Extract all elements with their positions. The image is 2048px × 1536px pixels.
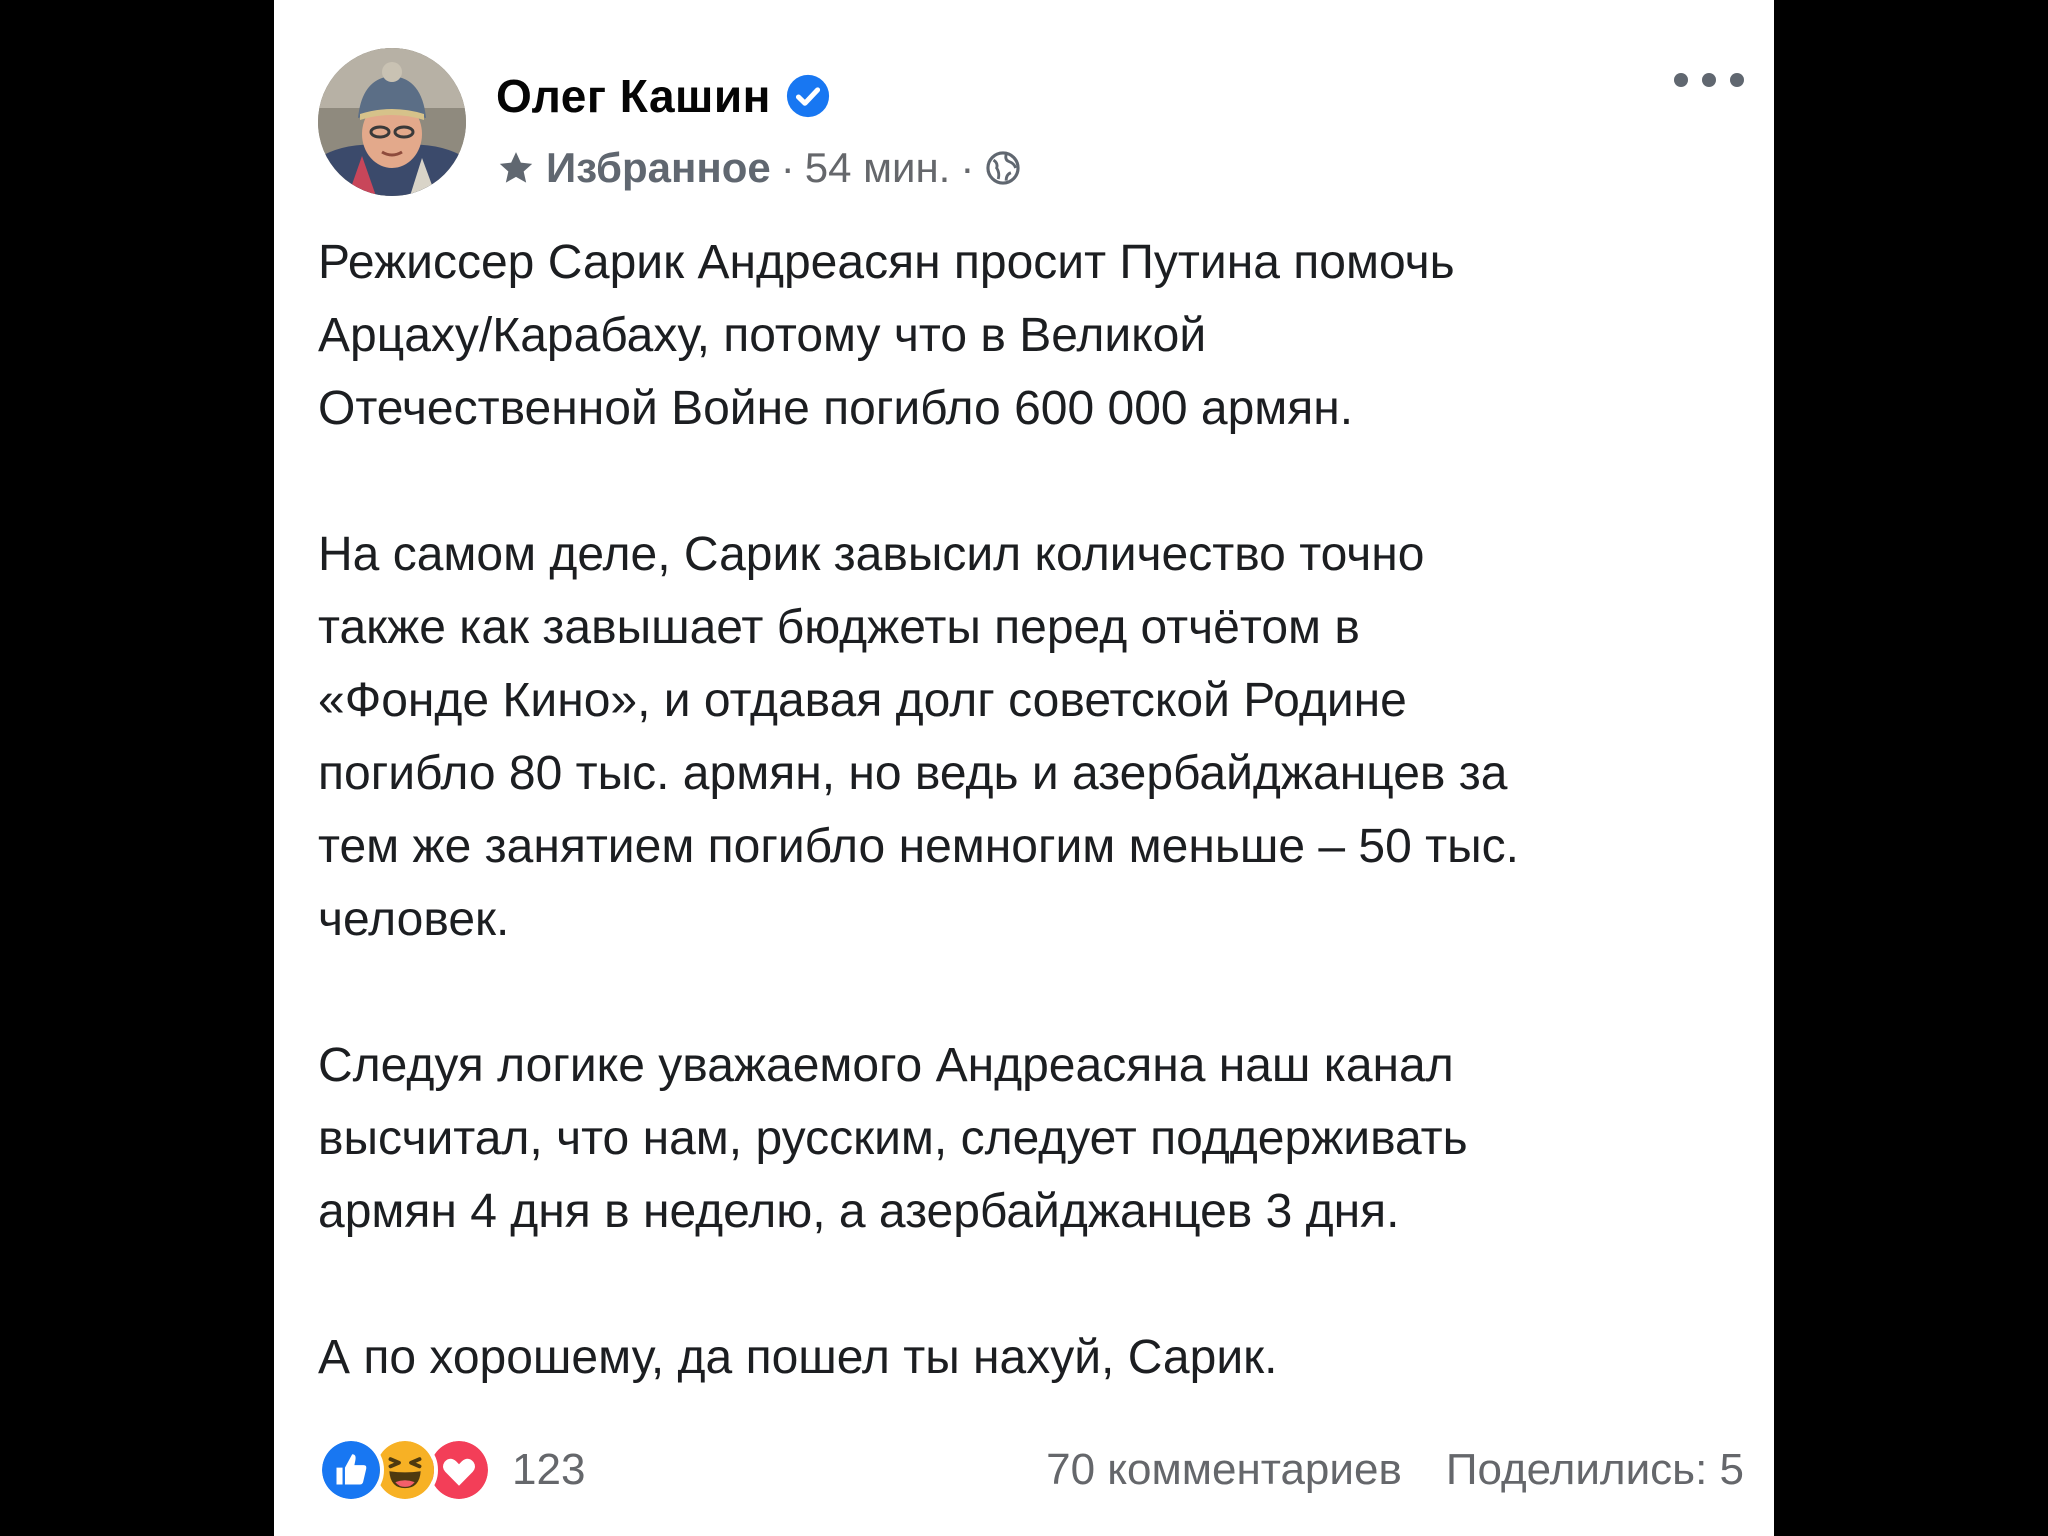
comments-count-link[interactable]: 70 комментариев: [1046, 1445, 1402, 1495]
post-paragraph: А по хорошему, да пошел ты нахуй, Сарик.: [318, 1331, 1278, 1384]
audience-label[interactable]: Избранное: [546, 144, 771, 192]
engagement-links: 70 комментариев Поделились: 5: [1046, 1445, 1744, 1495]
more-options-icon: [1730, 73, 1744, 87]
shares-count-link[interactable]: Поделились: 5: [1446, 1445, 1744, 1495]
verified-badge-icon: [786, 74, 830, 118]
meta-separator: ·: [780, 144, 795, 191]
globe-icon: [986, 151, 1020, 185]
author-avatar[interactable]: [318, 48, 466, 196]
avatar-photo: [318, 48, 466, 196]
like-icon: [318, 1437, 384, 1503]
post-footer: 123 70 комментариев Поделились: 5: [318, 1437, 1744, 1503]
star-icon: [499, 152, 533, 183]
author-name[interactable]: Олег Кашин: [496, 69, 771, 123]
post-timestamp[interactable]: 54 мин.: [805, 144, 951, 192]
more-options-icon: [1674, 73, 1688, 87]
post-text: Режиссер Сарик Андреасян просит Путина п…: [318, 226, 1738, 1394]
reactions-count: 123: [512, 1445, 586, 1494]
post-paragraph: Следуя логике уважаемого Андреасяна наш …: [318, 1039, 1468, 1238]
author-line: Олег Кашин: [496, 66, 831, 126]
more-options-button[interactable]: [1674, 60, 1744, 100]
reactions-summary[interactable]: 123: [318, 1437, 585, 1503]
meta-separator: ·: [960, 144, 975, 191]
post-paragraph: На самом деле, Сарик завысил количество …: [318, 528, 1519, 946]
post-paragraph: Режиссер Сарик Андреасян просит Путина п…: [318, 236, 1455, 435]
post-card: Олег Кашин Избранное · 54 мин. · Режиссе…: [274, 0, 1774, 1536]
post-meta: Избранное · 54 мин. ·: [496, 140, 1022, 196]
more-options-icon: [1702, 73, 1716, 87]
